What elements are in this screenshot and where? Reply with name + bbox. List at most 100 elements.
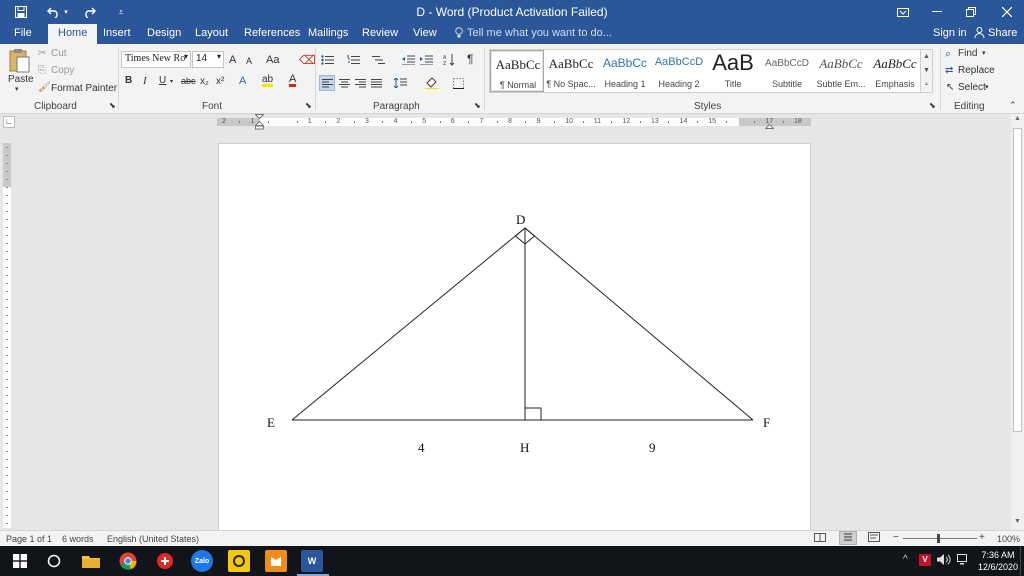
clear-formatting-icon[interactable]: ⌫ bbox=[299, 53, 316, 67]
garena-icon[interactable] bbox=[154, 550, 176, 572]
volume-icon[interactable] bbox=[937, 554, 951, 568]
share-button[interactable]: Share bbox=[988, 27, 1017, 39]
underline-button[interactable]: U bbox=[159, 75, 166, 86]
scroll-down-icon[interactable]: ▼ bbox=[1011, 518, 1024, 525]
superscript-button[interactable]: x² bbox=[216, 76, 224, 87]
cut-button[interactable]: Cut bbox=[51, 48, 67, 59]
zoom-level[interactable]: 100% bbox=[997, 534, 1020, 544]
file-explorer-icon[interactable] bbox=[80, 550, 102, 572]
tab-review[interactable]: Review bbox=[362, 27, 398, 39]
tab-mailings[interactable]: Mailings bbox=[308, 27, 348, 39]
style-subtitle[interactable]: AaBbCcD Subtitle bbox=[760, 50, 814, 92]
line-spacing-icon[interactable] bbox=[392, 75, 408, 91]
style-heading-2[interactable]: AaBbCcD Heading 2 bbox=[652, 50, 706, 92]
print-layout-icon[interactable] bbox=[839, 531, 857, 545]
chevron-down-icon[interactable]: ▾ bbox=[170, 78, 173, 85]
fox-app-icon[interactable] bbox=[265, 550, 287, 572]
document-page[interactable]: D E F H 4 9 bbox=[218, 143, 811, 533]
restore-icon[interactable] bbox=[954, 0, 988, 24]
tell-me-input[interactable]: Tell me what you want to do... bbox=[467, 27, 612, 39]
vpn-tray-icon[interactable]: V bbox=[919, 554, 931, 566]
tray-overflow-icon[interactable]: ^ bbox=[903, 554, 908, 565]
styles-launcher-icon[interactable]: ⬊ bbox=[929, 101, 936, 110]
indent-marker-icon[interactable] bbox=[254, 114, 265, 130]
tab-layout[interactable]: Layout bbox=[195, 27, 228, 39]
show-marks-icon[interactable]: ¶ bbox=[467, 52, 473, 66]
copy-button[interactable]: Copy bbox=[51, 65, 74, 76]
pdf-reader-icon[interactable] bbox=[228, 550, 250, 572]
language-status[interactable]: English (United States) bbox=[107, 534, 199, 544]
word-count[interactable]: 6 words bbox=[62, 534, 94, 544]
select-button[interactable]: Select bbox=[958, 82, 986, 93]
sign-in-link[interactable]: Sign in bbox=[933, 27, 967, 39]
font-launcher-icon[interactable]: ⬊ bbox=[305, 101, 312, 110]
ribbon-display-options-icon[interactable] bbox=[886, 0, 920, 24]
right-indent-marker-icon[interactable] bbox=[764, 121, 775, 129]
align-left-icon[interactable] bbox=[319, 75, 335, 91]
scroll-up-icon[interactable]: ▲ bbox=[1011, 115, 1024, 122]
decrease-indent-icon[interactable] bbox=[400, 52, 416, 68]
close-icon[interactable] bbox=[990, 0, 1024, 24]
replace-button[interactable]: Replace bbox=[958, 65, 995, 76]
multilevel-list-icon[interactable] bbox=[370, 52, 386, 68]
text-effects-icon[interactable]: A bbox=[239, 75, 246, 87]
borders-icon[interactable] bbox=[450, 75, 466, 91]
paste-button[interactable]: Paste bbox=[8, 74, 34, 85]
style-normal[interactable]: AaBbCс ¶ Normal bbox=[490, 50, 544, 92]
chevron-down-icon[interactable]: ▾ bbox=[982, 49, 986, 57]
zoom-slider-thumb[interactable] bbox=[937, 534, 940, 543]
strikethrough-button[interactable]: abc bbox=[181, 76, 196, 86]
vertical-scrollbar[interactable]: ▲ ▼ bbox=[1011, 114, 1024, 530]
grow-font-icon[interactable]: A bbox=[229, 54, 236, 66]
paragraph-launcher-icon[interactable]: ⬊ bbox=[474, 101, 481, 110]
windows-start-icon[interactable] bbox=[9, 550, 31, 572]
tab-view[interactable]: View bbox=[413, 27, 437, 39]
tab-selector-icon[interactable]: ∟ bbox=[3, 116, 15, 128]
align-right-icon[interactable] bbox=[352, 75, 368, 91]
style-heading-1[interactable]: AaBbCс Heading 1 bbox=[598, 50, 652, 92]
tab-home[interactable]: Home bbox=[48, 24, 98, 44]
minimize-icon[interactable] bbox=[920, 0, 954, 24]
collapse-ribbon-icon[interactable]: ⌃ bbox=[1009, 100, 1017, 111]
scrollbar-thumb[interactable] bbox=[1013, 128, 1022, 432]
clipboard-launcher-icon[interactable]: ⬊ bbox=[109, 101, 116, 110]
shrink-font-icon[interactable]: A bbox=[246, 56, 252, 66]
network-icon[interactable] bbox=[957, 554, 971, 568]
font-color-icon[interactable]: A bbox=[289, 74, 297, 87]
format-painter-button[interactable]: Format Painter bbox=[51, 83, 117, 94]
show-desktop-button[interactable] bbox=[1020, 546, 1024, 576]
page-count[interactable]: Page 1 of 1 bbox=[6, 534, 52, 544]
align-center-icon[interactable] bbox=[336, 75, 352, 91]
font-name-combo[interactable]: Times New Ro ▾ bbox=[121, 51, 191, 68]
style-subtle-emphasis[interactable]: AaBbCс Subtle Em... bbox=[814, 50, 868, 92]
sort-icon[interactable]: AZ bbox=[441, 52, 457, 68]
chrome-icon[interactable] bbox=[117, 550, 139, 572]
clock[interactable]: 7:36 AM 12/6/2020 bbox=[978, 549, 1018, 573]
style-emphasis[interactable]: AaBbCс Emphasis bbox=[868, 50, 922, 92]
tab-references[interactable]: References bbox=[244, 27, 300, 39]
find-button[interactable]: Find bbox=[958, 48, 977, 59]
paste-icon[interactable] bbox=[8, 48, 30, 74]
bullets-icon[interactable] bbox=[319, 52, 335, 68]
style-title[interactable]: AaB Title bbox=[706, 50, 760, 92]
chevron-down-icon[interactable]: ▾ bbox=[985, 83, 989, 91]
style-no-spacing[interactable]: AaBbCс ¶ No Spac... bbox=[544, 50, 598, 92]
cortana-icon[interactable] bbox=[43, 550, 65, 572]
subscript-button[interactable]: x₂ bbox=[200, 76, 209, 87]
zoom-in-icon[interactable]: + bbox=[979, 532, 985, 543]
change-case-icon[interactable]: Aa bbox=[266, 54, 279, 66]
zoom-out-icon[interactable]: − bbox=[893, 532, 899, 543]
zoom-slider[interactable] bbox=[903, 538, 977, 539]
italic-button[interactable]: I bbox=[143, 75, 147, 87]
justify-icon[interactable] bbox=[368, 75, 384, 91]
zalo-icon[interactable]: Zalo bbox=[191, 550, 213, 572]
read-mode-icon[interactable] bbox=[814, 532, 826, 545]
numbering-icon[interactable] bbox=[345, 52, 361, 68]
tab-insert[interactable]: Insert bbox=[103, 27, 131, 39]
paste-dropdown-icon[interactable]: ▾ bbox=[15, 85, 19, 93]
increase-indent-icon[interactable] bbox=[418, 52, 434, 68]
tab-design[interactable]: Design bbox=[147, 27, 181, 39]
web-layout-icon[interactable] bbox=[868, 532, 880, 545]
tab-file[interactable]: File bbox=[14, 27, 32, 39]
highlight-icon[interactable]: ab bbox=[262, 75, 274, 87]
